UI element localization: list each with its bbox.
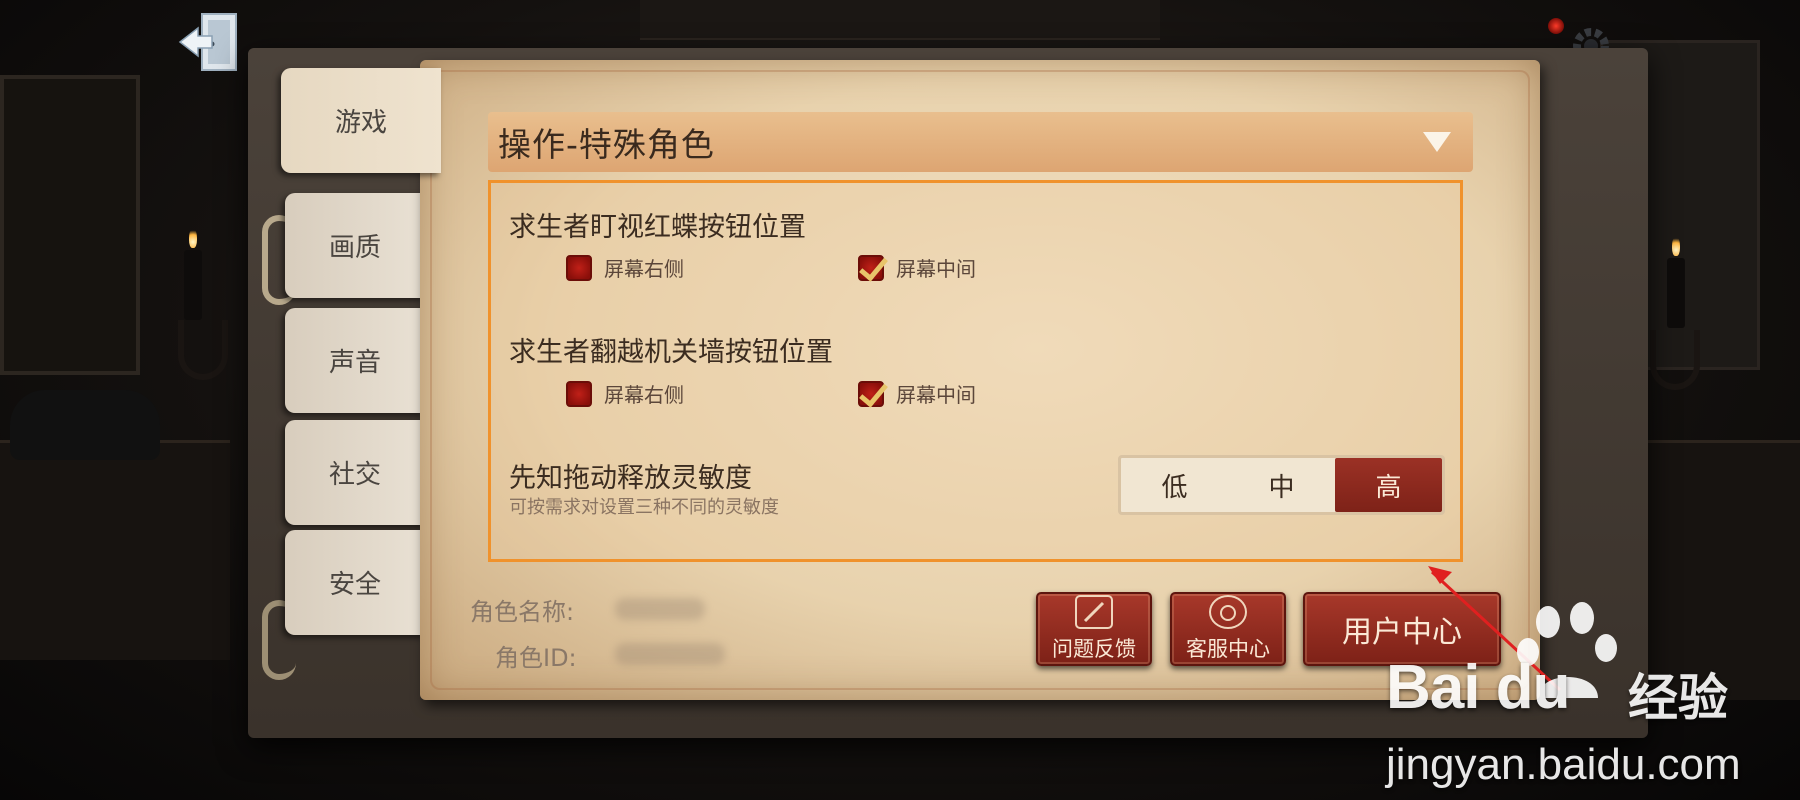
- sensitivity-medium-button[interactable]: 中: [1228, 458, 1335, 512]
- game-settings-screen: 游戏 画质 声音 社交 安全 操作-特殊角色 求生者盯视红蝶按钮位置 屏幕右侧 …: [0, 0, 1800, 800]
- option-label: 屏幕右侧: [604, 257, 684, 281]
- exit-door-icon[interactable]: [178, 6, 250, 76]
- triangle-down-icon: [1423, 132, 1451, 152]
- role-id-value-redacted: [615, 643, 725, 665]
- background-table-left: [0, 440, 230, 660]
- role-name-value-redacted: [615, 598, 705, 620]
- tab-label: 声音: [328, 348, 381, 378]
- sensitivity-low-button[interactable]: 低: [1121, 458, 1228, 512]
- setting-subtitle: 可按需求对设置三种不同的灵敏度: [509, 497, 779, 518]
- pen-icon: [1075, 595, 1113, 629]
- background-telephone: [10, 390, 160, 460]
- watermark-brand: Bai du: [1386, 653, 1570, 722]
- tab-security[interactable]: 安全: [285, 530, 425, 635]
- notification-light-icon: [1548, 18, 1564, 34]
- tab-social[interactable]: 社交: [285, 420, 425, 525]
- role-name-label: 角色名称:: [470, 598, 575, 626]
- category-dropdown[interactable]: 操作-特殊角色: [488, 112, 1473, 172]
- tab-label: 安全: [328, 570, 381, 600]
- tab-label: 画质: [328, 233, 381, 263]
- background-bookshelf: [640, 0, 1160, 40]
- candle-holder-right: [1650, 330, 1700, 390]
- setting-title: 求生者盯视红蝶按钮位置: [509, 212, 806, 243]
- customer-service-label: 客服中心: [1186, 637, 1270, 661]
- checkbox[interactable]: [566, 380, 592, 407]
- option-label: 屏幕中间: [896, 383, 976, 407]
- tab-label: 游戏: [334, 108, 387, 138]
- sensitivity-selector: 低 中 高: [1118, 455, 1445, 515]
- candle-left: [184, 228, 202, 320]
- candle-holder-left: [178, 320, 228, 380]
- highlighted-settings-box: 求生者盯视红蝶按钮位置 屏幕右侧 屏幕中间 求生者翻越机关墙按钮位置 屏幕右侧 …: [488, 180, 1463, 562]
- tab-label: 社交: [328, 460, 381, 490]
- tab-sound[interactable]: 声音: [285, 308, 425, 413]
- checkbox-checked[interactable]: [858, 380, 884, 407]
- telephone-icon: [1209, 595, 1247, 629]
- checkbox-checked[interactable]: [858, 254, 884, 281]
- option-center[interactable]: 屏幕中间: [858, 253, 976, 282]
- settings-tabs: 游戏 画质 声音 社交 安全: [281, 68, 441, 668]
- role-id-label: 角色ID:: [495, 644, 577, 672]
- option-label: 屏幕右侧: [604, 383, 684, 407]
- customer-service-button[interactable]: 客服中心: [1170, 592, 1286, 666]
- watermark-jingyan: 经验: [1628, 669, 1728, 727]
- tab-graphics[interactable]: 画质: [285, 193, 425, 298]
- feedback-label: 问题反馈: [1052, 637, 1136, 661]
- tab-game[interactable]: 游戏: [281, 68, 441, 173]
- category-title: 操作-特殊角色: [498, 125, 715, 164]
- option-right-side[interactable]: 屏幕右侧: [566, 379, 684, 408]
- setting-title: 先知拖动释放灵敏度: [509, 463, 752, 494]
- sensitivity-high-button[interactable]: 高: [1335, 458, 1442, 512]
- option-center[interactable]: 屏幕中间: [858, 379, 976, 408]
- feedback-button[interactable]: 问题反馈: [1036, 592, 1152, 666]
- checkbox[interactable]: [566, 254, 592, 281]
- baidu-jingyan-watermark: Bai du 经验 jingyan.baidu.com: [1378, 600, 1798, 800]
- setting-title: 求生者翻越机关墙按钮位置: [509, 337, 833, 368]
- candle-right: [1667, 236, 1685, 328]
- background-picture-frame: [0, 75, 140, 375]
- option-label: 屏幕中间: [896, 257, 976, 281]
- watermark-url: jingyan.baidu.com: [1386, 740, 1741, 789]
- option-right-side[interactable]: 屏幕右侧: [566, 253, 684, 282]
